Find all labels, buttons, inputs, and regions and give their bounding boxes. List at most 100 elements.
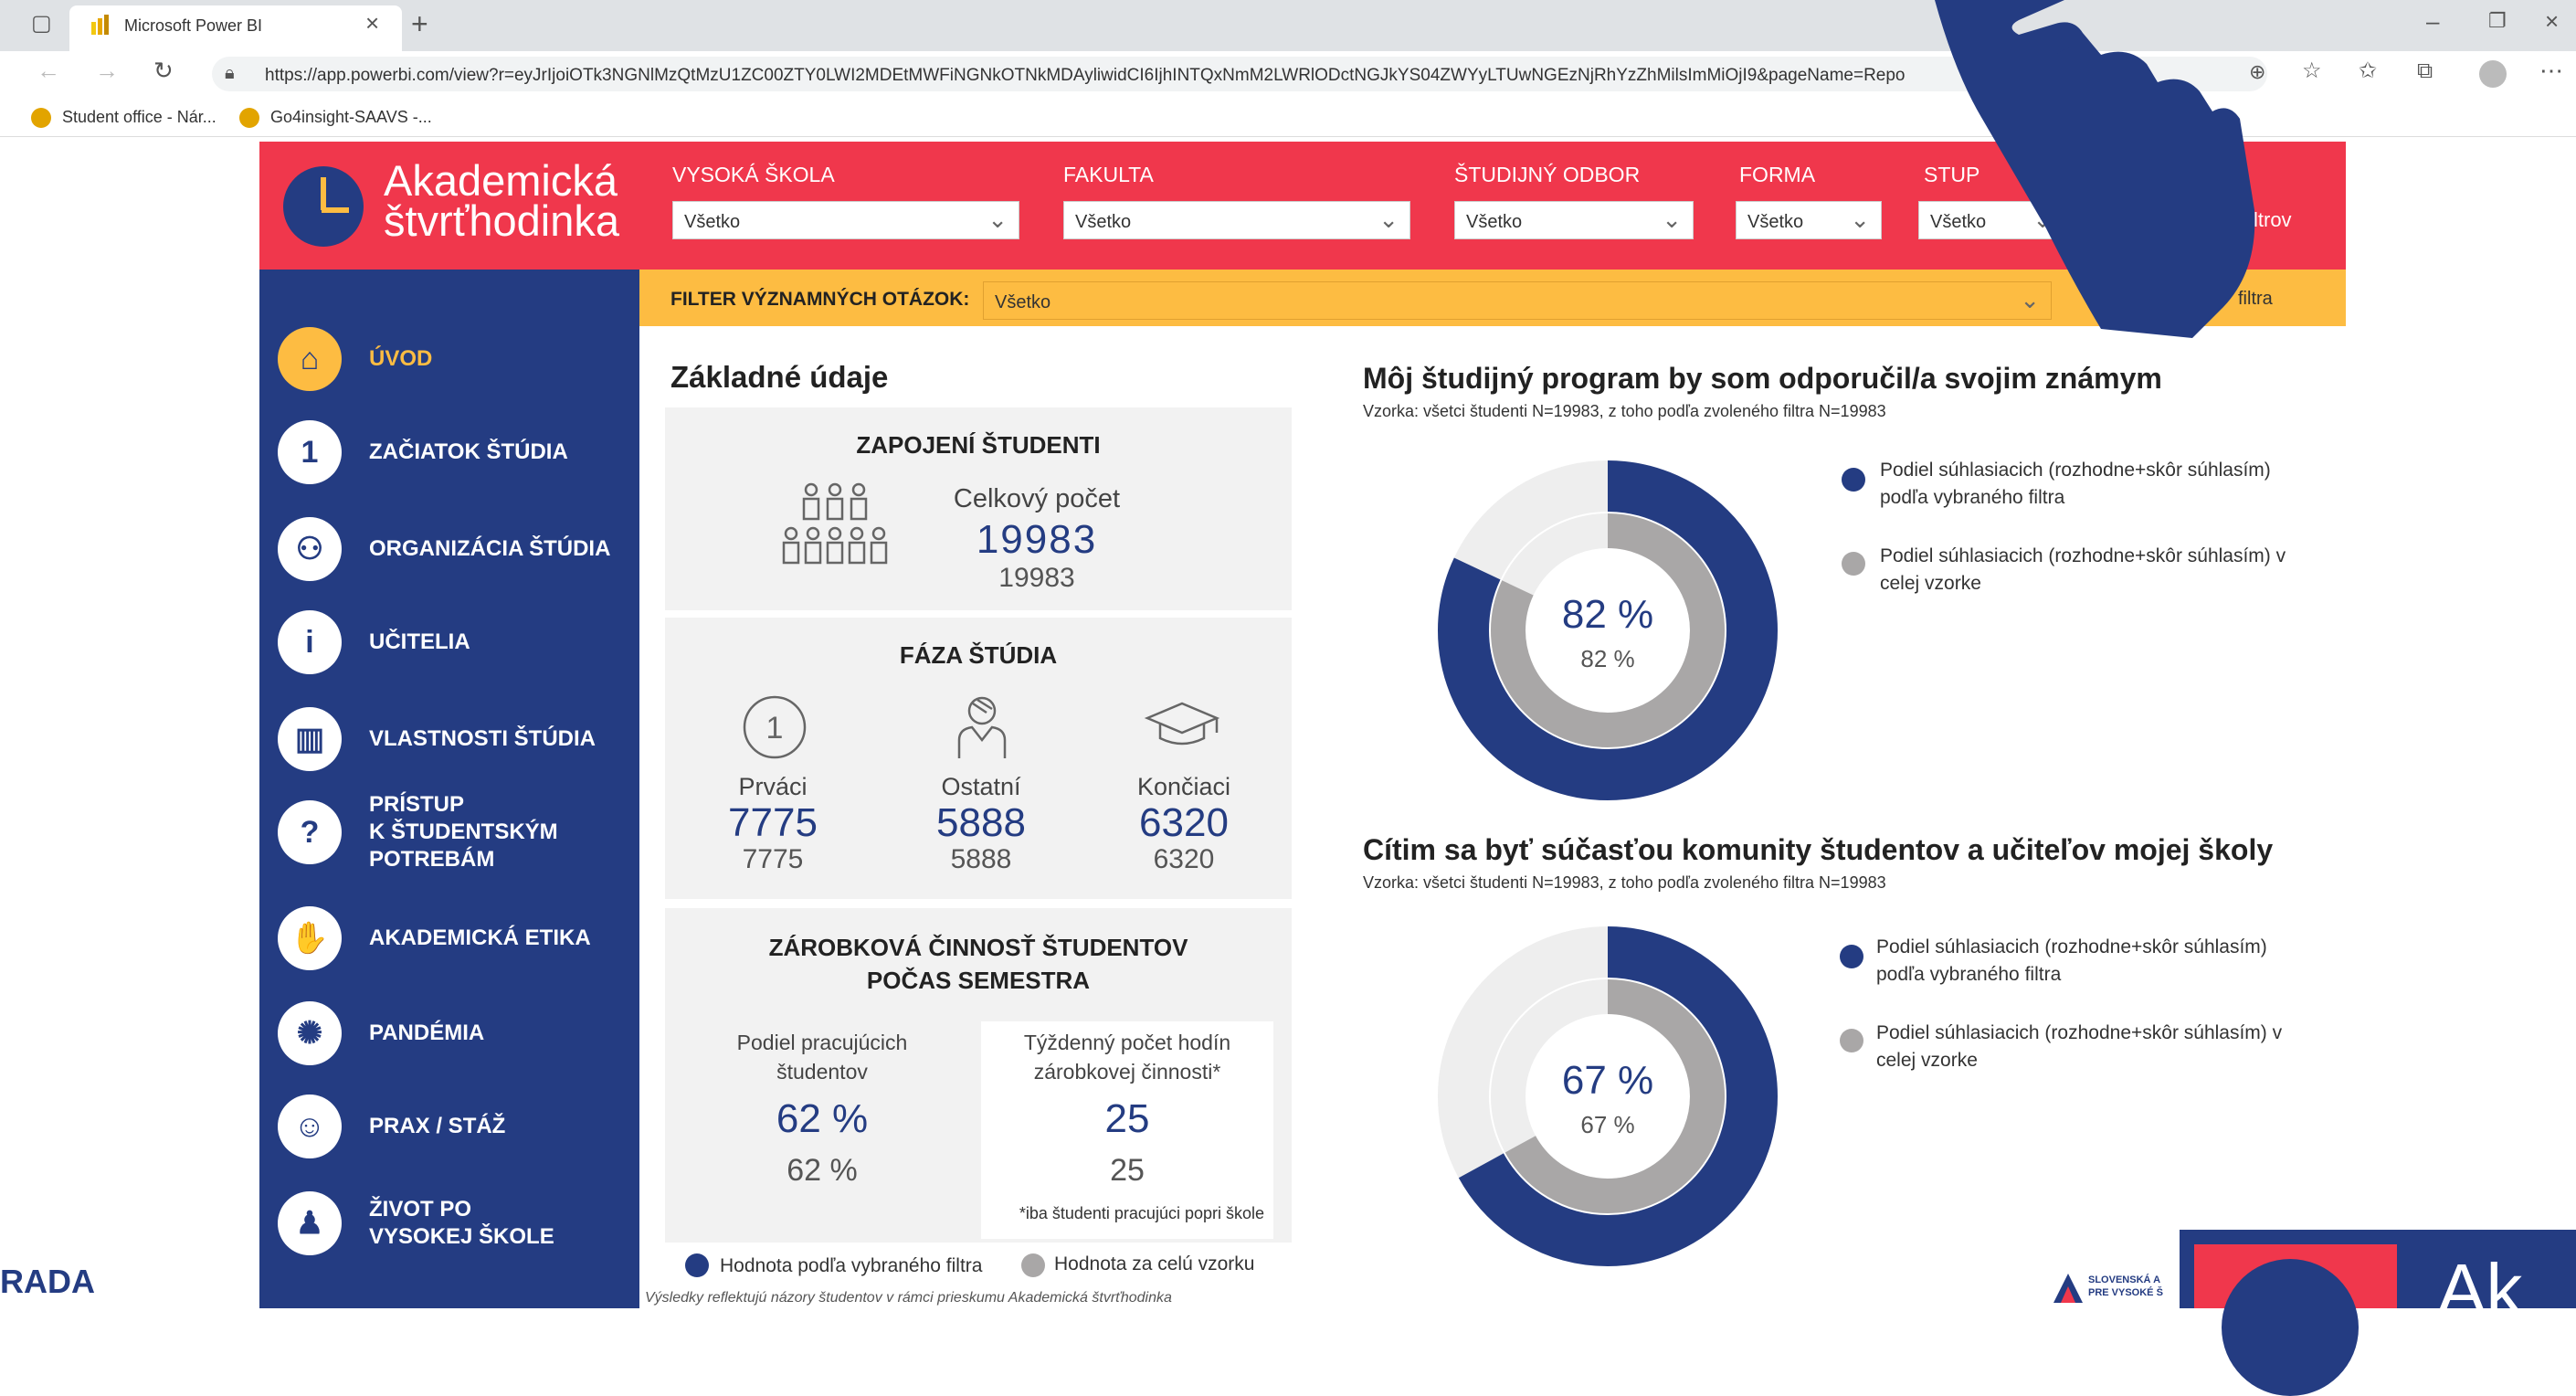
filter-value: Všetko — [995, 292, 1051, 312]
brand-line-1: Akademická — [384, 156, 618, 205]
filter-value: Všetko — [1466, 212, 1523, 232]
phase-label: Ostatní — [941, 773, 1021, 800]
filter-field-dropdown[interactable]: Všetko ⌄ — [1454, 201, 1694, 239]
favorites-list-icon[interactable]: ✩ — [2359, 60, 2377, 82]
chart-1-value-label: 82 % — [1561, 592, 1654, 637]
sidebar-item-7[interactable]: ✋ AKADEMICKÁ ETIKA — [278, 906, 625, 976]
refresh-icon[interactable]: ↻ — [153, 58, 174, 82]
partner-logo-text: SLOVENSKÁ A PRE VYSOKÉ Š — [2088, 1274, 2163, 1298]
back-icon[interactable]: ← — [37, 58, 60, 82]
sidebar-item-5[interactable]: ▥ VLASTNOSTI ŠTÚDIA — [278, 707, 625, 777]
sidebar-item-label: VLASTNOSTI ŠTÚDIA — [369, 726, 596, 751]
url-text: https://app.powerbi.com/view?r=eyJrIjoiO… — [265, 66, 1906, 85]
handshake-icon: ✋ — [278, 906, 342, 970]
question-filter-label: FILTER VÝZNAMNÝCH OTÁZOK: — [670, 289, 970, 310]
forward-icon[interactable]: → — [95, 58, 119, 82]
legend-overall-dot — [1021, 1253, 1045, 1277]
tab-actions-icon[interactable]: ▢ — [31, 13, 52, 35]
filter-form-dropdown[interactable]: Všetko ⌄ — [1736, 201, 1882, 239]
sidebar-item-8[interactable]: ✺ PANDÉMIA — [278, 1001, 625, 1071]
restore-icon[interactable]: ❐ — [2488, 11, 2507, 31]
home-icon: ⌂ — [278, 327, 342, 391]
chart-2-legend-overall-dot — [1840, 1029, 1863, 1052]
bookmark-2[interactable]: Go4insight-SAAVS -... — [270, 108, 432, 127]
close-tab-icon[interactable]: × — [365, 11, 379, 35]
phase-total: 5888 — [950, 844, 1012, 874]
chart-2-legend-selected-label: Podiel súhlasiacich (rozhodne+skôr súhla… — [1876, 936, 2267, 985]
sidebar-item-4[interactable]: i UČITELIA — [278, 610, 625, 680]
graduate-icon: ♟ — [278, 1191, 342, 1255]
work-hours-note: *iba študenti pracujúci popri škole — [1019, 1204, 1264, 1222]
chart-2-title: Cítim sa byť súčasťou komunity študentov… — [1363, 833, 2274, 866]
corner-clock-icon — [2222, 1259, 2359, 1396]
close-window-icon[interactable]: × — [2545, 9, 2559, 33]
chart-2-legend-selected-dot — [1840, 945, 1863, 968]
network-icon: ⚇ — [278, 517, 342, 581]
pointing-hand-icon — [1935, 0, 2255, 338]
filter-faculty-dropdown[interactable]: Všetko ⌄ — [1063, 201, 1410, 239]
filter-value: Všetko — [684, 212, 741, 232]
bookmark-1[interactable]: Student office - Nár... — [62, 108, 216, 127]
collections-icon[interactable]: ⧉ — [2417, 60, 2433, 82]
sidebar-item-10[interactable]: ♟ ŽIVOT PO VYSOKEJ ŠKOLE — [278, 1191, 625, 1261]
chart-1-legend-overall-label: Podiel súhlasiacich (rozhodne+skôr súhla… — [1880, 545, 2286, 594]
filter-value: Všetko — [1075, 212, 1132, 232]
sidebar-item-label: ORGANIZÁCIA ŠTÚDIA — [369, 536, 611, 561]
phase-total: 6320 — [1153, 844, 1215, 874]
filter-school-dropdown[interactable]: Všetko ⌄ — [672, 201, 1019, 239]
question-filter-dropdown[interactable]: Všetko ⌄ — [983, 281, 2052, 320]
work-share-total: 62 % — [787, 1153, 858, 1188]
work-share-label-2: študentov — [776, 1060, 868, 1084]
bookmark-favicon-icon — [31, 108, 51, 128]
chevron-down-icon: ⌄ — [987, 206, 1008, 233]
minimize-icon[interactable]: – — [2426, 9, 2439, 33]
basic-data-title: Základné údaje — [670, 360, 889, 394]
work-hours-total: 25 — [1110, 1153, 1145, 1188]
sidebar-item-2[interactable]: 1 ZAČIATOK ŠTÚDIA — [278, 420, 625, 490]
participants-value: 19983 — [976, 517, 1098, 562]
lock-icon[interactable]: 🔒︎ — [225, 64, 235, 82]
chevron-down-icon: ⌄ — [1378, 206, 1399, 233]
footer-left-text: RADA — [0, 1263, 95, 1300]
sidebar-item-label: ÚVOD — [369, 346, 433, 371]
chart-1-sample: Vzorka: všetci študenti N=19983, z toho … — [1363, 402, 1886, 420]
more-menu-icon[interactable]: ⋯ — [2539, 58, 2563, 82]
work-share-label-1: Podiel pracujúcich — [736, 1031, 908, 1054]
footnote: Výsledky reflektujú názory študentov v r… — [645, 1290, 1172, 1306]
work-title-line-2: POČAS SEMESTRA — [866, 967, 1091, 994]
favorite-icon[interactable]: ☆ — [2302, 60, 2322, 82]
chart-1-title: Môj študijný program by som odporučil/a … — [1363, 362, 2162, 395]
work-hours-label-1: Týždenný počet hodín — [1023, 1031, 1231, 1054]
chart-2-total-label: 67 % — [1580, 1111, 1635, 1138]
filter-label-school: VYSOKÁ ŠKOLA — [672, 163, 835, 186]
participants-label: Celkový počet — [953, 484, 1121, 513]
sidebar-item-label: ŽIVOT PO VYSOKEJ ŠKOLE — [369, 1197, 554, 1249]
svg-text:1: 1 — [766, 711, 784, 746]
filter-label-field: ŠTUDIJNÝ ODBOR — [1454, 163, 1641, 186]
sidebar-item-6[interactable]: ? PRÍSTUP K ŠTUDENTSKÝM POTREBÁM — [278, 792, 625, 872]
phase-value: 7775 — [728, 800, 818, 845]
work-hours-value: 25 — [1104, 1096, 1150, 1141]
chevron-down-icon: ⌄ — [1662, 206, 1682, 233]
profile-avatar[interactable] — [2479, 60, 2507, 88]
number-one-icon: 1 — [278, 420, 342, 484]
legend-selected-label: Hodnota podľa vybraného filtra — [720, 1255, 983, 1276]
sidebar-item-9[interactable]: ☺ PRAX / STÁŽ — [278, 1095, 625, 1164]
chart-1-total-label: 82 % — [1580, 645, 1635, 672]
corner-brand-text: Ak — [2437, 1249, 2523, 1330]
filter-value: Všetko — [1747, 212, 1804, 232]
phase-value: 6320 — [1139, 800, 1229, 845]
clock-logo-icon — [283, 166, 364, 247]
worker-icon: ☺ — [278, 1095, 342, 1158]
chevron-down-icon: ⌄ — [1850, 206, 1870, 233]
new-tab-icon[interactable]: + — [411, 9, 428, 38]
sidebar-item-1[interactable]: ⌂ ÚVOD — [278, 327, 625, 397]
sidebar-item-label: PANDÉMIA — [369, 1021, 485, 1045]
sidebar-item-label: UČITELIA — [369, 629, 470, 654]
virus-icon: ✺ — [278, 1001, 342, 1065]
sidebar-item-3[interactable]: ⚇ ORGANIZÁCIA ŠTÚDIA — [278, 517, 625, 587]
sidebar-item-label: AKADEMICKÁ ETIKA — [369, 925, 591, 950]
partner-logo: SLOVENSKÁ A PRE VYSOKÉ Š — [2052, 1270, 2180, 1306]
brand-line-2: štvrťhodinka — [384, 196, 619, 245]
participants-title: ZAPOJENÍ ŠTUDENTI — [856, 431, 1101, 459]
